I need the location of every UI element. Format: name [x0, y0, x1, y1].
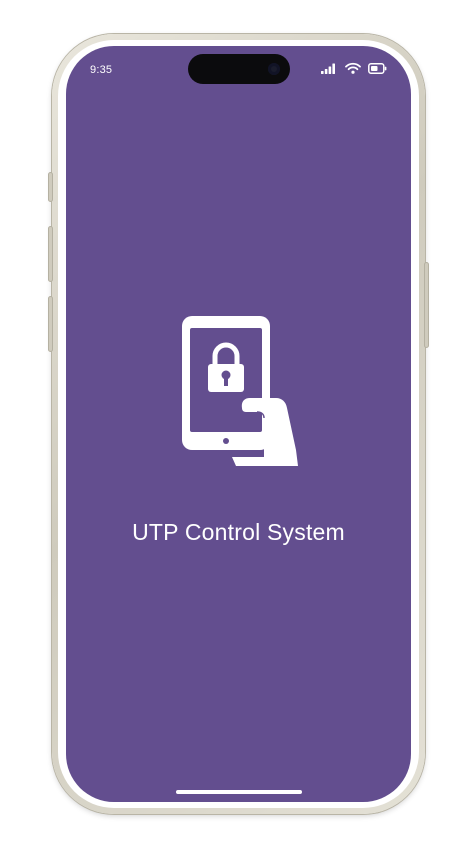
- signal-bars-icon: [321, 63, 335, 74]
- status-time: 9:35: [90, 64, 113, 76]
- battery-icon: [368, 62, 387, 74]
- home-indicator[interactable]: [176, 790, 302, 794]
- power-button: [424, 262, 429, 348]
- status-icons: [321, 61, 387, 75]
- front-camera: [268, 63, 280, 75]
- app-title: UTP Control System: [132, 519, 345, 545]
- hand-holding-tablet-lock-icon: [182, 316, 298, 466]
- wifi-icon: [345, 62, 361, 74]
- action-button: [48, 172, 53, 202]
- device-mockup: 9:35 UTP Control System: [0, 0, 475, 845]
- splash-screen: 9:35 UTP Control System: [66, 46, 411, 802]
- dynamic-island: [188, 54, 290, 84]
- volume-up-button: [48, 226, 53, 282]
- volume-down-button: [48, 296, 53, 352]
